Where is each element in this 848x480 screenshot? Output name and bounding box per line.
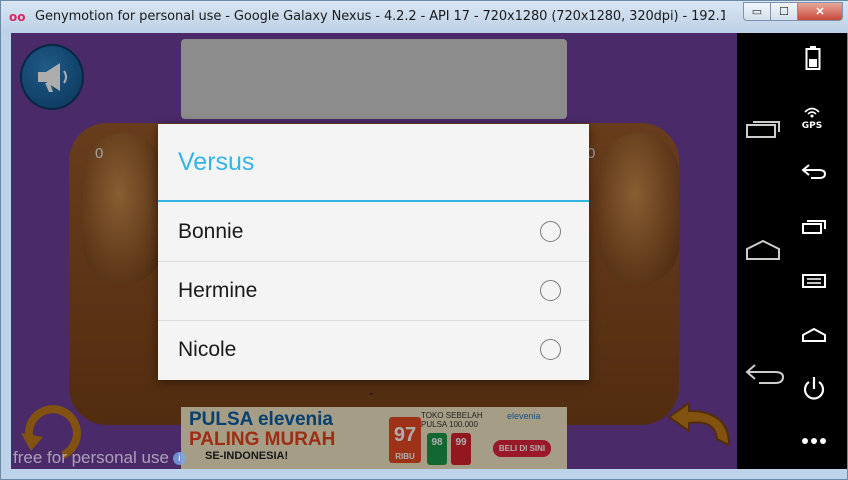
option-label: Bonnie — [178, 220, 244, 243]
emulator-side-panel: GPS — [737, 33, 847, 469]
home-icon[interactable] — [801, 327, 827, 343]
info-icon: i — [172, 452, 186, 465]
watermark: free for personal use i — [13, 448, 190, 468]
radio-button[interactable] — [540, 221, 561, 242]
window-controls: ▭ ☐ ✕ — [743, 2, 843, 22]
watermark-text: free for personal use — [13, 448, 169, 467]
more-options-icon[interactable] — [801, 437, 827, 445]
genymotion-icon: oo — [9, 10, 26, 24]
maximize-button[interactable]: ☐ — [770, 2, 798, 21]
emulator-window: oo Genymotion for personal use - Google … — [0, 0, 848, 480]
back-icon[interactable] — [745, 363, 785, 385]
dialog-title: Versus — [178, 148, 255, 176]
dialog-title-divider — [158, 200, 589, 202]
gps-icon[interactable]: GPS — [799, 103, 825, 131]
minimize-button[interactable]: ▭ — [743, 2, 771, 21]
option-hermine[interactable]: Hermine — [158, 262, 589, 321]
home-icon[interactable] — [745, 239, 781, 261]
option-label: Nicole — [178, 338, 237, 361]
option-label: Hermine — [178, 279, 258, 302]
gps-label: GPS — [801, 121, 823, 131]
radio-button[interactable] — [540, 339, 561, 360]
back-icon[interactable] — [801, 163, 827, 179]
versus-dialog: Versus Bonnie Hermine Nicole — [158, 124, 589, 380]
recent-apps-icon[interactable] — [745, 119, 781, 139]
power-icon[interactable] — [801, 375, 827, 403]
radio-button[interactable] — [540, 280, 561, 301]
recent-apps-icon[interactable] — [801, 219, 827, 235]
menu-icon[interactable] — [801, 273, 827, 289]
close-button[interactable]: ✕ — [797, 2, 843, 21]
option-bonnie[interactable]: Bonnie — [158, 203, 589, 262]
battery-icon[interactable] — [805, 45, 821, 71]
option-nicole[interactable]: Nicole — [158, 321, 589, 380]
window-title: Genymotion for personal use - Google Gal… — [35, 9, 725, 24]
title-bar[interactable]: oo Genymotion for personal use - Google … — [1, 1, 848, 33]
